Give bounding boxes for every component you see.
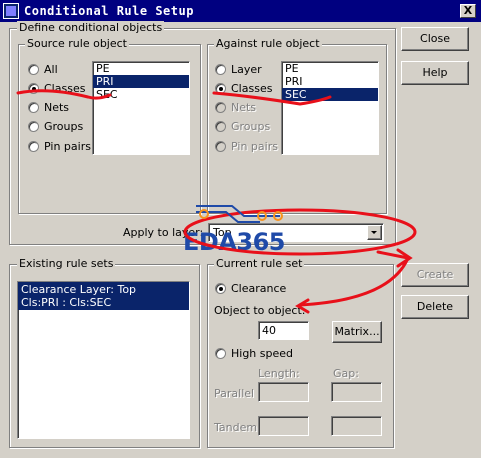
- against-nets-radio: [215, 102, 226, 113]
- existing-group-label: Existing rule sets: [17, 257, 116, 270]
- source-all-label: All: [44, 63, 58, 76]
- against-pinpairs-radio: [215, 141, 226, 152]
- object-to-object-label: Object to object:: [214, 304, 306, 317]
- source-groups-radio[interactable]: [28, 121, 39, 132]
- list-item[interactable]: PE: [282, 62, 378, 75]
- clearance-label: Clearance: [231, 282, 287, 295]
- against-class-list[interactable]: PE PRI SEC: [281, 61, 379, 155]
- against-layer-label: Layer: [231, 63, 262, 76]
- create-button: Create: [401, 263, 469, 287]
- high-speed-radio[interactable]: [215, 348, 226, 359]
- tandem-label: Tandem: [214, 421, 258, 434]
- parallel-gap-input: [331, 382, 382, 402]
- source-class-list[interactable]: PE PRI SEC: [92, 61, 190, 155]
- high-speed-label: High speed: [231, 347, 294, 360]
- tandem-length-input: [258, 416, 309, 436]
- tandem-gap-input: [331, 416, 382, 436]
- list-item[interactable]: PRI: [282, 75, 378, 88]
- source-classes-radio[interactable]: [28, 83, 39, 94]
- against-groups-label: Groups: [231, 120, 271, 133]
- rule-set-line: Cls:PRI : Cls:SEC: [21, 296, 112, 309]
- gap-label: Gap:: [333, 367, 359, 380]
- existing-rule-sets-list[interactable]: Clearance Layer: Top Cls:PRI : Cls:SEC: [17, 281, 190, 439]
- length-label: Length:: [258, 367, 300, 380]
- source-classes-label: Classes: [44, 82, 86, 95]
- pads-app-icon: [3, 3, 19, 19]
- source-group-label: Source rule object: [25, 37, 129, 50]
- source-nets-label: Nets: [44, 101, 70, 114]
- list-item[interactable]: PRI: [93, 75, 189, 88]
- window-title: Conditional Rule Setup: [24, 4, 194, 18]
- current-group-label: Current rule set: [214, 257, 305, 270]
- matrix-button[interactable]: Matrix...: [332, 321, 382, 343]
- window-close-button[interactable]: X: [460, 4, 476, 18]
- help-button[interactable]: Help: [401, 61, 469, 85]
- against-nets-label: Nets: [231, 101, 257, 114]
- source-pinpairs-label: Pin pairs: [44, 140, 91, 153]
- clearance-radio[interactable]: [215, 283, 226, 294]
- object-to-object-input[interactable]: 40: [258, 321, 309, 340]
- list-item[interactable]: SEC: [282, 88, 378, 101]
- source-pinpairs-radio[interactable]: [28, 141, 39, 152]
- chevron-down-icon: [371, 231, 377, 234]
- delete-button[interactable]: Delete: [401, 295, 469, 319]
- apply-to-layer-dropdown[interactable]: Top: [208, 223, 384, 242]
- parallel-label: Parallel: [214, 387, 255, 400]
- against-groups-radio: [215, 121, 226, 132]
- apply-to-layer-label: Apply to layer:: [123, 226, 204, 239]
- source-nets-radio[interactable]: [28, 102, 39, 113]
- against-layer-radio[interactable]: [215, 64, 226, 75]
- against-pinpairs-label: Pin pairs: [231, 140, 278, 153]
- apply-to-layer-value: Top: [213, 226, 232, 239]
- source-groups-label: Groups: [44, 120, 84, 133]
- against-classes-label: Classes: [231, 82, 273, 95]
- parallel-length-input: [258, 382, 309, 402]
- against-group-label: Against rule object: [214, 37, 322, 50]
- against-classes-radio[interactable]: [215, 83, 226, 94]
- dropdown-arrow-button[interactable]: [367, 225, 382, 240]
- source-all-radio[interactable]: [28, 64, 39, 75]
- table-row[interactable]: Clearance Layer: Top Cls:PRI : Cls:SEC: [18, 282, 189, 310]
- close-button[interactable]: Close: [401, 27, 469, 51]
- define-group-label: Define conditional objects: [17, 21, 165, 34]
- list-item[interactable]: SEC: [93, 88, 189, 101]
- rule-set-line: Clearance Layer: Top: [21, 283, 137, 296]
- list-item[interactable]: PE: [93, 62, 189, 75]
